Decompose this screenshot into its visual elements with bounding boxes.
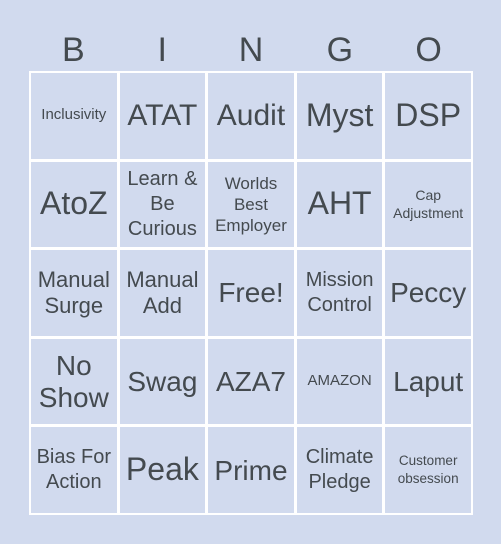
header-letter-o: O [415, 31, 442, 69]
bingo-header: B I N G O [29, 28, 473, 72]
bingo-cell[interactable]: Peak [119, 427, 206, 513]
bingo-cell[interactable]: Bias For Action [31, 427, 117, 513]
bingo-cell[interactable]: Climate Pledge [296, 427, 383, 513]
header-letter-n: N [238, 31, 264, 69]
bingo-cell[interactable]: AZA7 [208, 338, 294, 425]
bingo-cell[interactable]: Cap Adjustment [385, 161, 471, 248]
bingo-cell[interactable]: Myst [296, 73, 383, 159]
bingo-cell[interactable]: DSP [385, 73, 471, 159]
bingo-cell[interactable]: AMAZON [296, 338, 383, 425]
bingo-cell[interactable]: No Show [31, 338, 117, 425]
bingo-cell[interactable]: Manual Add [119, 250, 206, 336]
bingo-cell[interactable]: AtoZ [31, 161, 117, 248]
bingo-cell[interactable]: Audit [208, 73, 294, 159]
bingo-cell[interactable]: Customer obsession [385, 427, 471, 513]
header-letter-b: B [62, 31, 85, 69]
bingo-board: Inclusivity ATAT Audit Myst DSP AtoZ Lea… [29, 71, 473, 515]
bingo-cell[interactable]: Mission Control [296, 250, 383, 336]
bingo-cell[interactable]: Inclusivity [31, 73, 117, 159]
bingo-cell[interactable]: Peccy [385, 250, 471, 336]
bingo-cell[interactable]: Prime [208, 427, 294, 513]
header-letter-g: G [326, 31, 354, 69]
bingo-cell-free-space[interactable]: Free! [208, 250, 294, 336]
header-letter-i: I [157, 31, 167, 69]
bingo-cell[interactable]: ATAT [119, 73, 206, 159]
bingo-cell[interactable]: AHT [296, 161, 383, 248]
bingo-cell[interactable]: Learn & Be Curious [119, 161, 206, 248]
bingo-cell[interactable]: Manual Surge [31, 250, 117, 336]
bingo-cell[interactable]: Worlds Best Employer [208, 161, 294, 248]
bingo-cell[interactable]: Swag [119, 338, 206, 425]
bingo-cell[interactable]: Laput [385, 338, 471, 425]
